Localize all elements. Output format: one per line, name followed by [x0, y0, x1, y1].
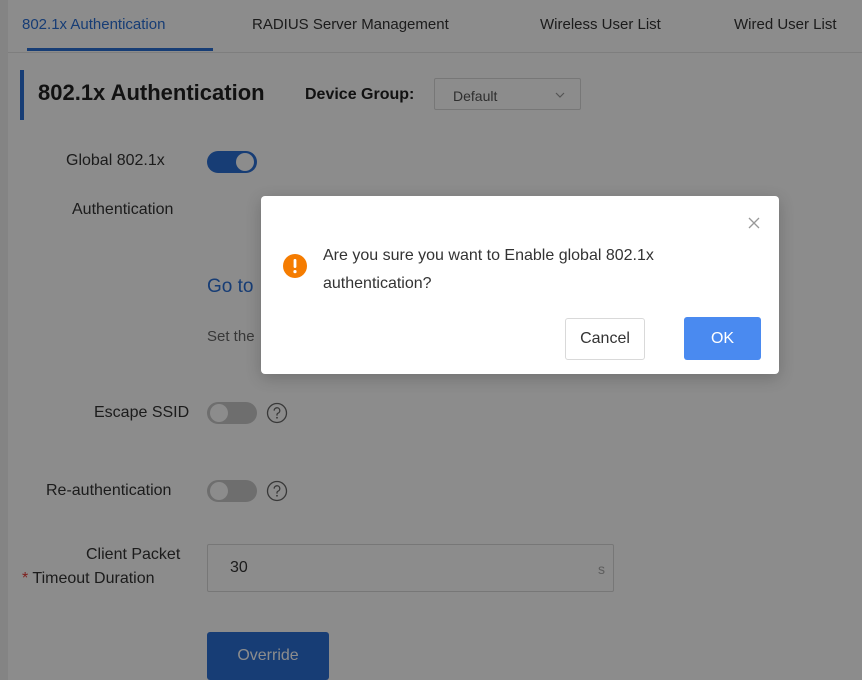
- confirm-dialog: Are you sure you want to Enable global 8…: [261, 196, 779, 374]
- page: 802.1x Authentication RADIUS Server Mana…: [0, 0, 862, 680]
- cancel-button[interactable]: Cancel: [565, 318, 645, 360]
- close-icon[interactable]: [747, 216, 761, 235]
- warning-icon: [283, 254, 307, 283]
- ok-button[interactable]: OK: [684, 317, 761, 360]
- dialog-message: Are you sure you want to Enable global 8…: [323, 247, 654, 292]
